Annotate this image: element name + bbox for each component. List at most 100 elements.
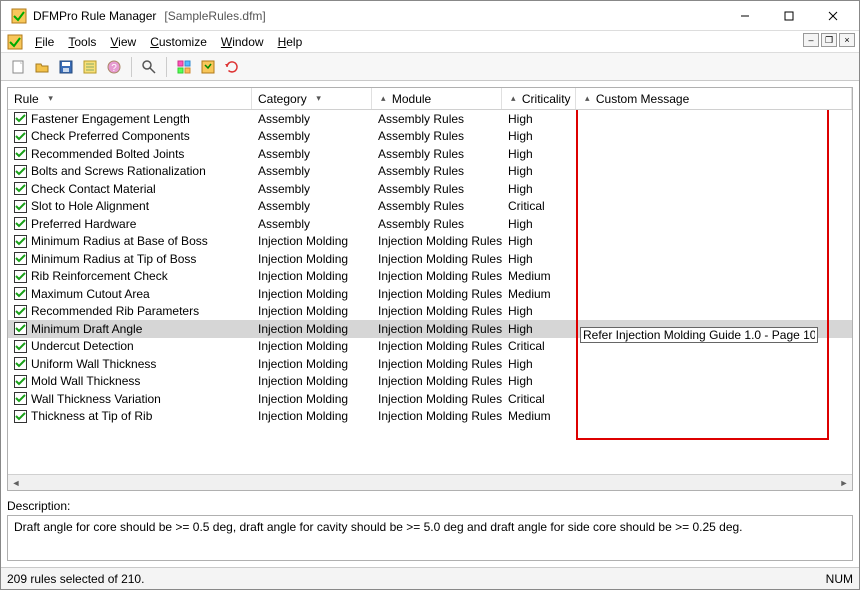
mdi-controls: – ❐ × [803,33,855,47]
table-row[interactable]: Uniform Wall ThicknessInjection MoldingI… [8,355,852,373]
mdi-close[interactable]: × [839,33,855,47]
rule-criticality: High [502,147,576,161]
rule-criticality: Critical [502,199,576,213]
grid-body[interactable]: Fastener Engagement LengthAssemblyAssemb… [8,110,852,474]
rule-checkbox[interactable] [14,270,27,283]
col-header-rule[interactable]: Rule ▾ [8,88,252,109]
rule-checkbox[interactable] [14,182,27,195]
select-all-button[interactable] [173,56,195,78]
table-row[interactable]: Minimum Radius at Base of BossInjection … [8,233,852,251]
table-row[interactable]: Recommended Bolted JointsAssemblyAssembl… [8,145,852,163]
rule-checkbox[interactable] [14,252,27,265]
minimize-button[interactable] [723,2,767,30]
rule-name: Bolts and Screws Rationalization [31,164,206,178]
rule-module: Injection Molding Rules [372,339,502,353]
rule-checkbox[interactable] [14,305,27,318]
rule-criticality: Medium [502,269,576,283]
description-text[interactable]: Draft angle for core should be >= 0.5 de… [7,515,853,561]
statusbar: 209 rules selected of 210. NUM [1,567,859,589]
column-headers: Rule ▾ Category ▾ ▴ Module ▴ Criticality… [8,88,852,110]
open-button[interactable] [31,56,53,78]
find-button[interactable] [138,56,160,78]
table-row[interactable]: Recommended Rib ParametersInjection Mold… [8,303,852,321]
table-row[interactable]: Fastener Engagement LengthAssemblyAssemb… [8,110,852,128]
rule-checkbox[interactable] [14,410,27,423]
table-row[interactable]: Check Contact MaterialAssemblyAssembly R… [8,180,852,198]
rule-name: Undercut Detection [31,339,134,353]
rule-module: Injection Molding Rules [372,322,502,336]
close-button[interactable] [811,2,855,30]
custom-message-input[interactable] [580,327,818,343]
save-button[interactable] [55,56,77,78]
rule-module: Injection Molding Rules [372,304,502,318]
table-row[interactable]: Maximum Cutout AreaInjection MoldingInje… [8,285,852,303]
rule-checkbox[interactable] [14,130,27,143]
scroll-right-icon[interactable]: ► [836,476,852,490]
rule-name: Wall Thickness Variation [31,392,161,406]
menu-window[interactable]: Window [215,33,270,51]
rule-checkbox[interactable] [14,235,27,248]
rule-checkbox[interactable] [14,287,27,300]
col-header-category[interactable]: Category ▾ [252,88,372,109]
rule-category: Injection Molding [252,269,372,283]
svg-text:?: ? [111,63,117,74]
rule-module: Injection Molding Rules [372,287,502,301]
rule-checkbox[interactable] [14,357,27,370]
col-header-message[interactable]: ▴ Custom Message [576,88,852,109]
help-button[interactable]: ? [103,56,125,78]
rule-category: Assembly [252,112,372,126]
mdi-restore[interactable]: ❐ [821,33,837,47]
table-row[interactable]: Bolts and Screws Rationalization Assembly… [8,163,852,181]
rule-checkbox[interactable] [14,200,27,213]
refresh-button[interactable] [221,56,243,78]
sort-asc-icon: ▴ [381,93,386,104]
rule-category: Injection Molding [252,374,372,388]
rule-criticality: High [502,357,576,371]
rule-checkbox[interactable] [14,322,27,335]
rule-name: Check Preferred Components [31,129,190,143]
rule-module: Injection Molding Rules [372,269,502,283]
filter-icon: ▾ [316,93,321,104]
rule-module: Assembly Rules [372,182,502,196]
table-row[interactable]: Check Preferred ComponentsAssemblyAssemb… [8,128,852,146]
menu-view[interactable]: View [104,33,142,51]
doc-icon [7,34,23,50]
menu-tools[interactable]: Tools [62,33,102,51]
table-row[interactable]: Minimum Radius at Tip of BossInjection M… [8,250,852,268]
rule-checkbox[interactable] [14,217,27,230]
rule-module: Assembly Rules [372,217,502,231]
horizontal-scrollbar[interactable]: ◄ ► [8,474,852,490]
rule-module: Injection Molding Rules [372,234,502,248]
rule-category: Assembly [252,164,372,178]
rule-category: Assembly [252,129,372,143]
col-header-module[interactable]: ▴ Module [372,88,502,109]
rule-checkbox[interactable] [14,147,27,160]
rule-checkbox[interactable] [14,112,27,125]
table-row[interactable]: Wall Thickness Variation Injection Moldin… [8,390,852,408]
rule-criticality: High [502,164,576,178]
rule-criticality: High [502,217,576,231]
rule-checkbox[interactable] [14,375,27,388]
table-row[interactable]: Rib Reinforcement CheckInjection Molding… [8,268,852,286]
properties-button[interactable] [79,56,101,78]
col-header-criticality[interactable]: ▴ Criticality [502,88,576,109]
table-row[interactable]: Thickness at Tip of RibInjection Molding… [8,408,852,426]
rule-checkbox[interactable] [14,392,27,405]
menu-file[interactable]: File [29,33,60,51]
menu-help[interactable]: Help [272,33,309,51]
table-row[interactable]: Mold Wall ThicknessInjection MoldingInje… [8,373,852,391]
table-row[interactable]: Slot to Hole AlignmentAssemblyAssembly R… [8,198,852,216]
script-button[interactable] [197,56,219,78]
rule-criticality: High [502,252,576,266]
new-button[interactable] [7,56,29,78]
mdi-minimize[interactable]: – [803,33,819,47]
rule-category: Assembly [252,199,372,213]
rule-checkbox[interactable] [14,165,27,178]
menu-customize[interactable]: Customize [144,33,213,51]
rule-module: Injection Molding Rules [372,392,502,406]
maximize-button[interactable] [767,2,811,30]
rule-checkbox[interactable] [14,340,27,353]
scroll-left-icon[interactable]: ◄ [8,476,24,490]
table-row[interactable]: Preferred HardwareAssemblyAssembly Rules… [8,215,852,233]
description-label: Description: [7,497,853,515]
